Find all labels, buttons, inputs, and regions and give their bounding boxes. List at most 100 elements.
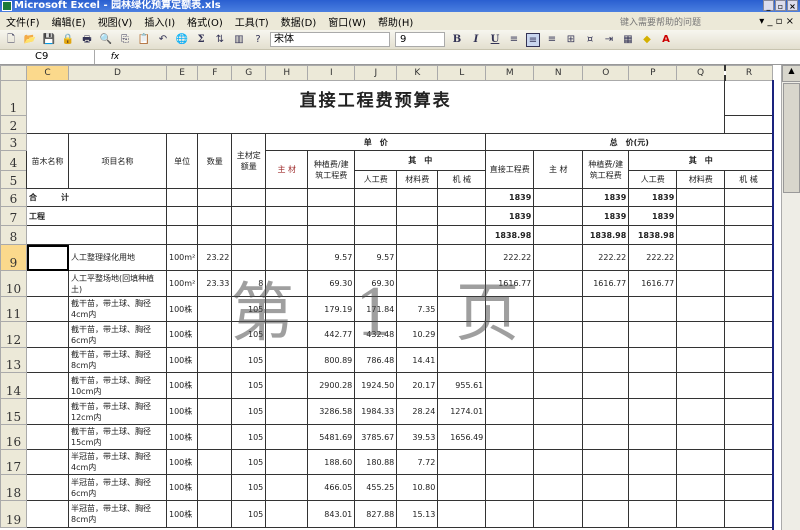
borders-icon[interactable]: ▦ [621, 33, 635, 47]
cell[interactable] [354, 206, 398, 226]
item-main-quota[interactable]: 105 [231, 296, 267, 322]
cell[interactable] [724, 372, 774, 399]
item-main-quota[interactable]: 105 [231, 372, 267, 399]
help-search-input[interactable]: 键入需要帮助的问题 [620, 15, 701, 28]
row-header-13[interactable]: 13 [0, 347, 27, 373]
column-header-L[interactable]: L [437, 65, 487, 81]
align-center-icon[interactable]: ≡ [526, 32, 540, 47]
item-labor-total[interactable] [628, 424, 678, 450]
cell[interactable] [265, 347, 309, 373]
cell[interactable] [676, 500, 726, 528]
font-select[interactable]: 宋体 [270, 32, 390, 47]
cell[interactable] [533, 424, 584, 450]
r7-label[interactable]: 工程 [26, 206, 167, 226]
menu-data[interactable]: 数据(D) [281, 14, 317, 29]
align-left-icon[interactable]: ≡ [507, 33, 521, 47]
cell[interactable] [533, 500, 584, 528]
item-material[interactable]: 15.13 [396, 500, 439, 528]
item-machinery[interactable]: 1656.49 [437, 424, 487, 450]
item-material[interactable]: 7.35 [396, 296, 439, 322]
cell[interactable] [396, 206, 439, 226]
menu-help[interactable]: 帮助(H) [378, 14, 413, 29]
column-header-Q[interactable]: Q [676, 65, 726, 81]
menu-file[interactable]: 文件(F) [6, 14, 40, 29]
indent-icon[interactable]: ⇥ [602, 33, 616, 47]
merge-center-icon[interactable]: ⊞ [564, 33, 578, 47]
header-main-material[interactable]: 主 材 [265, 150, 309, 189]
cell-C18[interactable] [26, 474, 69, 501]
cell[interactable] [724, 225, 774, 245]
item-labor-total[interactable] [628, 321, 678, 348]
item-planting-fee[interactable]: 466.05 [307, 474, 356, 501]
row-header-12[interactable]: 12 [0, 321, 27, 348]
item-name[interactable]: 截干苗，带土球、胸径8cm内 [68, 347, 167, 373]
column-header-G[interactable]: G [231, 65, 267, 81]
cell[interactable] [307, 206, 356, 226]
item-main-quota[interactable]: 105 [231, 424, 267, 450]
item-planting-fee[interactable]: 188.60 [307, 449, 356, 475]
column-header-R[interactable]: R [724, 65, 774, 81]
item-labor[interactable]: 69.30 [354, 270, 398, 297]
cell[interactable] [724, 80, 774, 116]
cell[interactable] [724, 398, 774, 425]
cell[interactable] [265, 270, 309, 297]
item-main-quota[interactable]: 105 [231, 474, 267, 501]
cell[interactable] [265, 225, 309, 245]
item-main-quota[interactable]: 105 [231, 500, 267, 528]
item-labor-total[interactable] [628, 296, 678, 322]
item-labor-total[interactable] [628, 500, 678, 528]
select-all-corner[interactable] [0, 65, 27, 81]
row-header-10[interactable]: 10 [0, 270, 27, 297]
cell[interactable] [676, 321, 726, 348]
item-planting-total[interactable] [582, 398, 630, 425]
row-header-17[interactable]: 17 [0, 449, 27, 475]
item-unit[interactable]: 100m² [165, 270, 199, 297]
planting-fee-total[interactable]: 1838.98 [582, 225, 630, 245]
maximize-button[interactable]: ▫ [775, 0, 786, 11]
item-unit[interactable]: 100株 [165, 424, 199, 450]
menu-insert[interactable]: 插入(I) [144, 14, 175, 29]
header-machinery[interactable]: 机 械 [437, 170, 487, 189]
item-labor[interactable]: 432.48 [354, 321, 398, 348]
header-main-material-total[interactable]: 主 材 [533, 150, 584, 189]
labor-total[interactable]: 1839 [628, 188, 678, 207]
item-material[interactable]: 14.41 [396, 347, 439, 373]
item-quantity[interactable] [197, 398, 233, 425]
item-labor[interactable]: 455.25 [354, 474, 398, 501]
cell[interactable] [676, 296, 726, 322]
item-unit[interactable]: 100株 [165, 398, 199, 425]
autosum-icon[interactable]: Σ [194, 33, 208, 47]
cell[interactable] [724, 188, 774, 207]
cell[interactable] [676, 398, 726, 425]
item-unit[interactable]: 100m² [165, 244, 199, 271]
item-unit[interactable]: 100株 [165, 500, 199, 528]
underline-button[interactable]: U [488, 33, 502, 47]
cell[interactable] [437, 225, 487, 245]
cell[interactable] [165, 225, 199, 245]
header-total-price[interactable]: 总 价(元) [485, 133, 774, 151]
item-labor[interactable]: 1924.50 [354, 372, 398, 399]
undo-icon[interactable]: ↶ [156, 33, 170, 47]
item-name[interactable]: 截干苗，带土球、胸径12cm内 [68, 398, 167, 425]
cell[interactable] [676, 474, 726, 501]
item-quantity[interactable] [197, 449, 233, 475]
item-planting-total[interactable] [582, 500, 630, 528]
header-unit[interactable]: 单位 [165, 133, 199, 189]
cell[interactable] [676, 225, 726, 245]
item-unit[interactable]: 100株 [165, 449, 199, 475]
column-header-K[interactable]: K [396, 65, 439, 81]
column-header-N[interactable]: N [533, 65, 584, 81]
item-labor-total[interactable] [628, 372, 678, 399]
header-direct-cost[interactable]: 直接工程费 [485, 150, 535, 189]
column-header-J[interactable]: J [354, 65, 398, 81]
planting-fee-total[interactable]: 1839 [582, 206, 630, 226]
header-nursery-name[interactable]: 苗木名称 [26, 133, 69, 189]
name-box[interactable]: C9 [0, 50, 95, 64]
item-machinery[interactable] [437, 347, 487, 373]
cell[interactable] [265, 206, 309, 226]
item-quantity[interactable] [197, 500, 233, 528]
cell[interactable] [533, 372, 584, 399]
labor-total[interactable]: 1838.98 [628, 225, 678, 245]
item-material[interactable] [396, 270, 439, 297]
print-icon[interactable]: 🖶 [80, 33, 94, 47]
